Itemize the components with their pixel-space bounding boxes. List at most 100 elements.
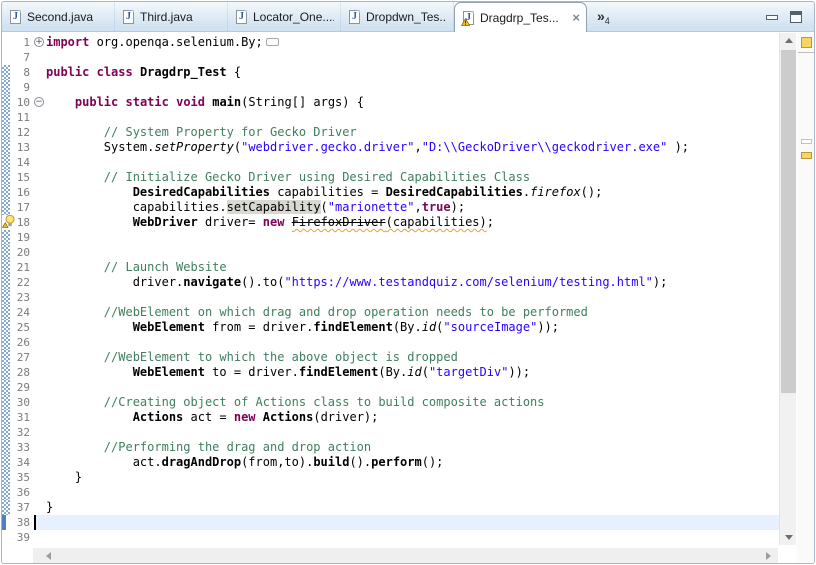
tab-label: Third.java [140,9,193,24]
code-text: WebElement from = driver.findElement(By.… [132,320,560,334]
code-text: public static void main(String[] args) { [74,95,364,109]
code-line: 26 [2,335,779,350]
line-number: 29 [16,381,30,394]
code-line: 34 act.dragAndDrop(from,to).build().perf… [2,455,779,470]
fold-collapse-icon[interactable]: − [34,97,44,107]
more-editors-chevron[interactable]: »4 [597,8,610,26]
tab-third[interactable]: J Third.java [115,2,228,31]
quickdiff-change-bar [2,470,10,485]
overview-warning-summary-icon[interactable] [801,37,812,48]
vertical-scrollbar[interactable] [779,33,796,545]
close-icon[interactable]: × [572,11,580,24]
line-number: 37 [16,501,30,514]
line-number: 17 [16,201,30,214]
tab-dragdrp-test[interactable]: J Dragdrp_Tes... × [454,2,587,32]
fold-gutter [34,365,46,380]
code-line: 37} [2,500,779,515]
code-line: 27 //WebElement to which the above objec… [2,350,779,365]
line-number: 38 [16,516,30,529]
overview-warning-mark[interactable] [801,152,812,159]
quickdiff-change-bar [2,275,10,290]
quickdiff-change-bar [2,305,10,320]
line-number: 28 [16,366,30,379]
code-text: import org.openqa.selenium.By; [46,35,279,50]
quickdiff-change-bar [2,485,10,500]
code-line: 19 [2,230,779,245]
chevron-double-icon: » [597,7,605,24]
tab-dropdwn-test[interactable]: J Dropdwn_Tes... [341,2,454,31]
fold-expand-icon[interactable]: + [34,37,44,47]
code-text: DesiredCapabilities capabilities = Desir… [132,185,603,199]
line-number: 1 [23,36,30,49]
scroll-down-icon[interactable] [780,530,797,545]
code-line: 8 public class Dragdrp_Test { [2,65,779,80]
line-number: 35 [16,471,30,484]
java-file-icon: J [461,10,474,26]
code-text: // Launch Website [46,260,227,274]
quickdiff-change-bar [2,110,10,125]
fold-gutter [34,440,46,455]
code-line: 33 //Performing the drag and drop action [2,440,779,455]
code-line: 14 [2,155,779,170]
fold-gutter [34,65,46,80]
quickdiff-change-bar [2,425,10,440]
fold-gutter: + [34,35,46,50]
code-line: 36 [2,485,779,500]
line-number: 10 [16,96,30,109]
line-number: 22 [16,276,30,289]
code-line: 30 //Creating object of Actions class to… [2,395,779,410]
quickdiff-change-bar [2,350,10,365]
horizontal-scrollbar[interactable] [33,548,778,563]
fold-gutter [34,155,46,170]
maximize-icon[interactable] [790,11,802,23]
code-text: //Creating object of Actions class to bu… [46,395,545,409]
code-line: 9 [2,80,779,95]
quickdiff-change-bar [2,380,10,395]
code-lines[interactable]: 1 + import org.openqa.selenium.By; 7 8 public… [2,35,779,545]
overview-ruler [797,33,814,563]
fold-gutter [34,470,46,485]
warning-lightbulb-icon[interactable] [2,214,17,229]
fold-gutter [34,335,46,350]
code-line: 38 [2,515,779,530]
code-text: WebElement to = driver.findElement(By.id… [132,365,531,379]
line-number: 30 [16,396,30,409]
scroll-left-icon[interactable] [41,548,56,563]
fold-gutter [34,530,46,545]
fold-gutter [34,125,46,140]
code-text: WebDriver driver= new FirefoxDriver(capa… [132,215,494,229]
code-line: 12 // System Property for Gecko Driver [2,125,779,140]
tab-label: Dragdrp_Tes... [480,10,559,25]
quickdiff-change-bar [2,245,10,260]
code-text: //WebElement to which the above object i… [46,350,458,364]
code-line: 24 //WebElement on which drag and drop o… [2,305,779,320]
scroll-right-icon[interactable] [761,548,776,563]
minimize-icon[interactable] [766,15,778,20]
code-text: } [46,500,54,514]
fold-gutter [34,50,46,65]
fold-gutter [34,395,46,410]
code-text: capabilities.setCapability("marionette",… [46,200,466,214]
fold-gutter [34,425,46,440]
line-number: 9 [23,81,30,94]
editor-part-window: J Second.java J Third.java J Locator_One.... J… [1,1,815,564]
quickdiff-change-bar [2,230,10,245]
warning-overlay-icon [461,17,470,26]
fold-gutter [34,500,46,515]
tab-second[interactable]: J Second.java [2,2,115,31]
tab-locator-one[interactable]: J Locator_One.... [228,2,341,31]
overview-occurrence-mark[interactable] [801,139,812,144]
line-number: 16 [16,186,30,199]
quickdiff-change-bar [2,455,10,470]
collapsed-imports-icon[interactable] [265,38,279,46]
scroll-up-icon[interactable] [780,33,797,48]
line-number: 33 [16,441,30,454]
line-number: 12 [16,126,30,139]
quickdiff-change-bar [2,440,10,455]
fold-gutter [34,185,46,200]
line-number: 32 [16,426,30,439]
vertical-scrollbar-thumb[interactable] [781,50,796,393]
window-controls [766,2,802,31]
quickdiff-change-bar [2,80,10,95]
code-line: 16 DesiredCapabilities capabilities = De… [2,185,779,200]
